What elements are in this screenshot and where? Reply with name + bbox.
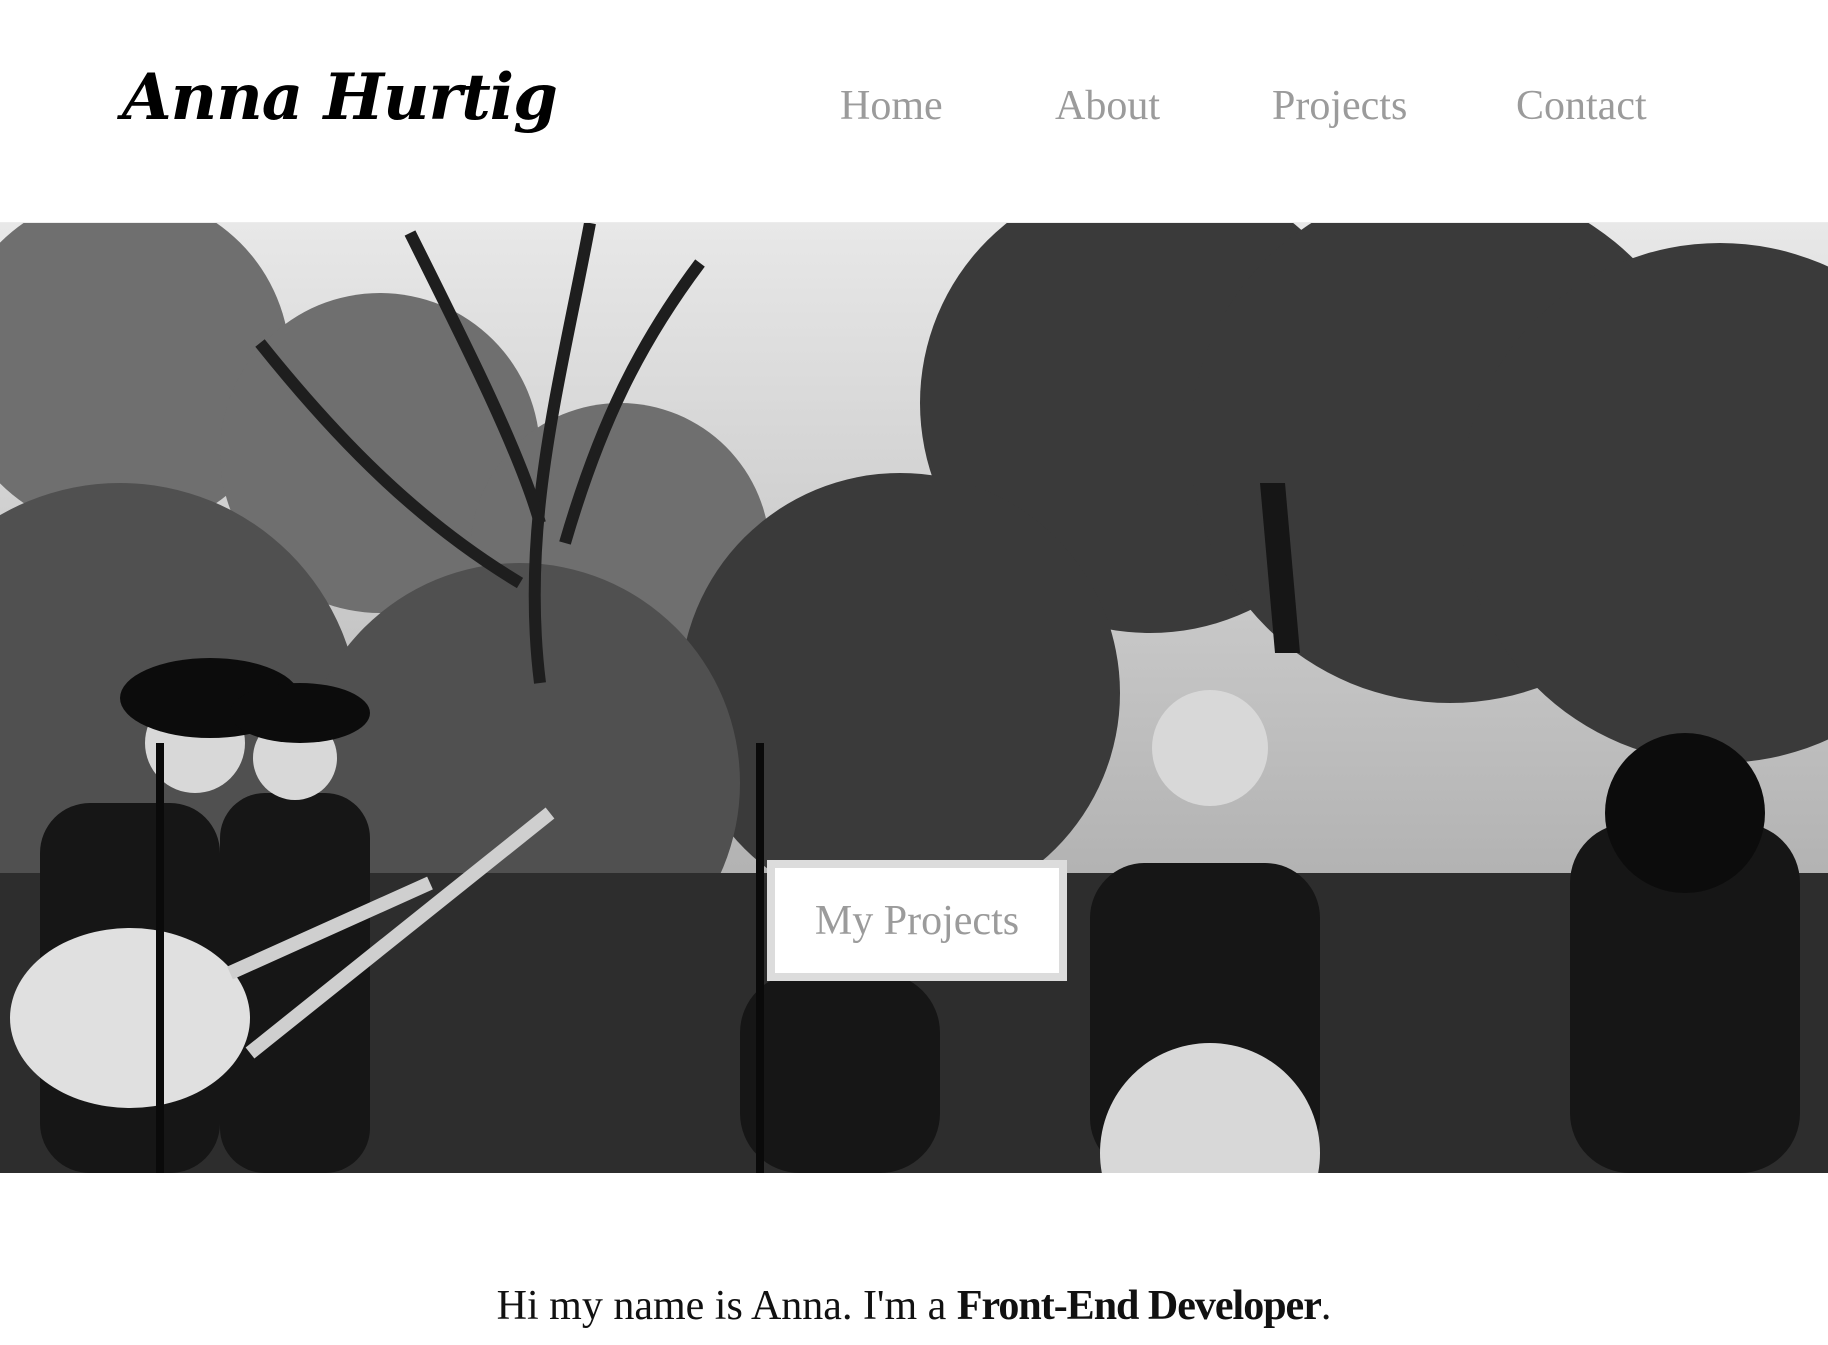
main-nav: Home About Projects Contact xyxy=(0,82,1828,142)
intro-period: . xyxy=(1320,1283,1332,1329)
intro-role: Front-End Developer xyxy=(956,1283,1322,1329)
intro-greeting: Hi my name is Anna. I'm a xyxy=(496,1283,957,1329)
nav-home-link[interactable]: Home xyxy=(840,82,943,130)
my-projects-button[interactable]: My Projects xyxy=(767,860,1067,981)
intro-text: Hi my name is Anna. I'm a Front-End Deve… xyxy=(0,1282,1828,1330)
nav-about-link[interactable]: About xyxy=(1055,82,1160,130)
my-projects-button-label: My Projects xyxy=(814,897,1020,944)
hero-banner: My Projects xyxy=(0,223,1828,1173)
site-header: Anna Hurtig Home About Projects Contact xyxy=(0,0,1828,223)
nav-projects-link[interactable]: Projects xyxy=(1272,82,1407,130)
hero-photo xyxy=(0,223,1828,1173)
nav-contact-link[interactable]: Contact xyxy=(1516,82,1647,130)
